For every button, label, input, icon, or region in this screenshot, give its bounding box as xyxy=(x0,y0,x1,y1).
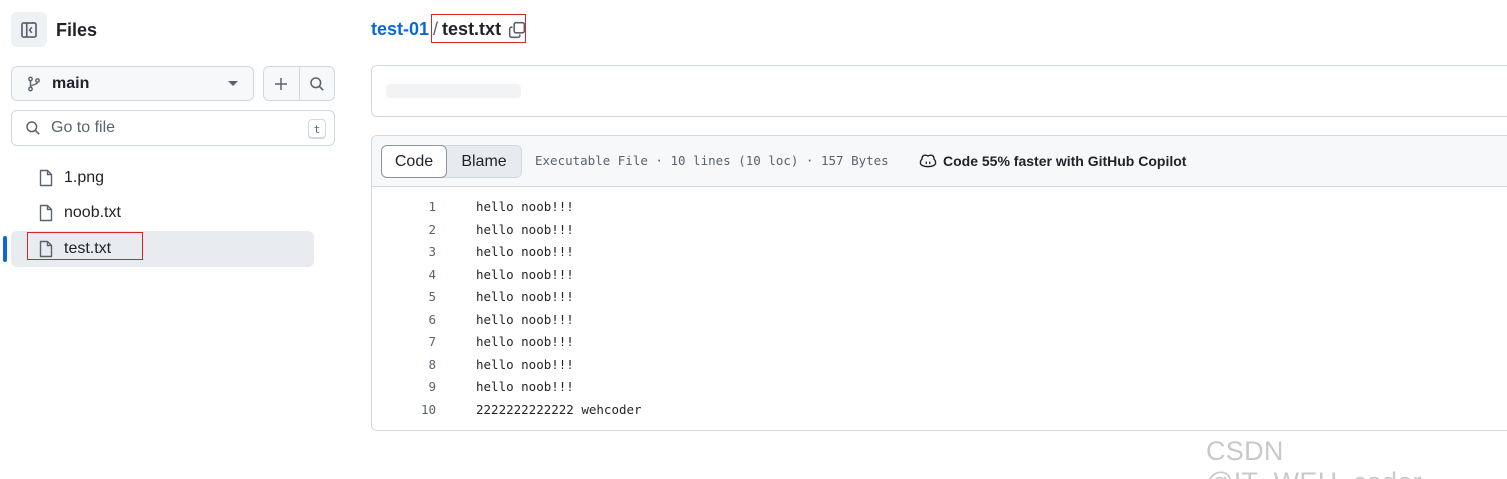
plus-icon xyxy=(275,77,288,90)
copilot-promo-link[interactable]: Code 55% faster with GitHub Copilot xyxy=(919,153,1186,169)
line-content: hello noob!!! xyxy=(476,199,574,214)
code-line: 5 hello noob!!! xyxy=(372,286,1507,309)
watermark-text: CSDN @IT_WEH_coder xyxy=(1206,436,1422,479)
sidebar-toggle-button[interactable] xyxy=(11,12,47,47)
line-content: hello noob!!! xyxy=(476,379,574,394)
line-number[interactable]: 1 xyxy=(372,199,436,214)
file-meta: Executable File · 10 lines (10 loc) · 15… xyxy=(535,153,889,168)
view-mode-toggle: Code Blame xyxy=(381,145,522,178)
line-number[interactable]: 9 xyxy=(372,379,436,394)
keyboard-shortcut-hint: t xyxy=(308,119,326,139)
code-line: 4 hello noob!!! xyxy=(372,264,1507,287)
branch-name: main xyxy=(52,74,90,92)
file-tree-item[interactable]: 1.png xyxy=(26,160,314,196)
code-lines: 1 hello noob!!! 2 hello noob!!! 3 hello noo… xyxy=(372,196,1507,421)
file-icon xyxy=(39,169,53,187)
search-icon xyxy=(310,76,324,91)
file-viewer: Code Blame Executable File · 10 lines (1… xyxy=(371,135,1507,431)
copilot-promo-text: Code 55% faster with GitHub Copilot xyxy=(943,153,1187,169)
sidebar-collapse-icon xyxy=(21,21,37,38)
go-to-file-input[interactable]: Go to file t xyxy=(11,110,335,146)
blame-tab[interactable]: Blame xyxy=(447,146,521,177)
loading-skeleton xyxy=(386,84,521,98)
file-actions-group xyxy=(263,66,335,101)
line-number[interactable]: 10 xyxy=(372,402,436,417)
code-line: 7 hello noob!!! xyxy=(372,331,1507,354)
line-number[interactable]: 7 xyxy=(372,334,436,349)
code-line: 3 hello noob!!! xyxy=(372,241,1507,264)
copilot-icon xyxy=(919,154,937,168)
search-icon xyxy=(26,121,40,135)
line-content: hello noob!!! xyxy=(476,311,574,327)
file-tree-label: noob.txt xyxy=(64,204,121,221)
search-code-button[interactable] xyxy=(298,67,334,100)
selected-indicator xyxy=(3,236,7,262)
code-line: 8 hello noob!!! xyxy=(372,354,1507,377)
latest-commit-box xyxy=(371,65,1507,117)
file-header: Code Blame Executable File · 10 lines (1… xyxy=(372,136,1507,187)
git-branch-icon xyxy=(28,76,40,91)
annotation-highlight-box xyxy=(27,232,143,260)
code-line: 9 hello noob!!! xyxy=(372,376,1507,399)
file-tree-item[interactable]: noob.txt xyxy=(26,195,314,231)
code-tab[interactable]: Code xyxy=(381,145,447,178)
line-number[interactable]: 5 xyxy=(372,289,436,304)
breadcrumb-repo-link[interactable]: test-01 xyxy=(371,19,429,40)
add-file-button[interactable] xyxy=(264,67,299,100)
code-line: 6 hello noob!!! xyxy=(372,309,1507,332)
code-line: 2 hello noob!!! xyxy=(372,219,1507,242)
line-number[interactable]: 2 xyxy=(372,222,436,237)
line-number[interactable]: 4 xyxy=(372,267,436,282)
line-content: 2222222222222 wehcoder xyxy=(476,401,642,417)
chevron-down-icon xyxy=(228,81,238,86)
code-line: 10 2222222222222 wehcoder xyxy=(372,399,1507,422)
line-content: hello noob!!! xyxy=(476,221,574,237)
line-content: hello noob!!! xyxy=(476,356,574,372)
line-number[interactable]: 6 xyxy=(372,312,436,327)
go-to-file-placeholder: Go to file xyxy=(51,119,116,136)
file-icon xyxy=(39,204,53,222)
line-number[interactable]: 8 xyxy=(372,357,436,372)
branch-selector-button[interactable]: main xyxy=(11,66,254,101)
code-line: 1 hello noob!!! xyxy=(372,196,1507,219)
line-content: hello noob!!! xyxy=(476,266,574,282)
line-content: hello noob!!! xyxy=(476,244,574,259)
line-content: hello noob!!! xyxy=(476,289,574,304)
sidebar-title: Files xyxy=(56,20,98,40)
line-number[interactable]: 3 xyxy=(372,244,436,259)
annotation-highlight-box xyxy=(431,14,526,43)
line-content: hello noob!!! xyxy=(476,334,574,349)
file-tree-label: 1.png xyxy=(64,169,105,186)
